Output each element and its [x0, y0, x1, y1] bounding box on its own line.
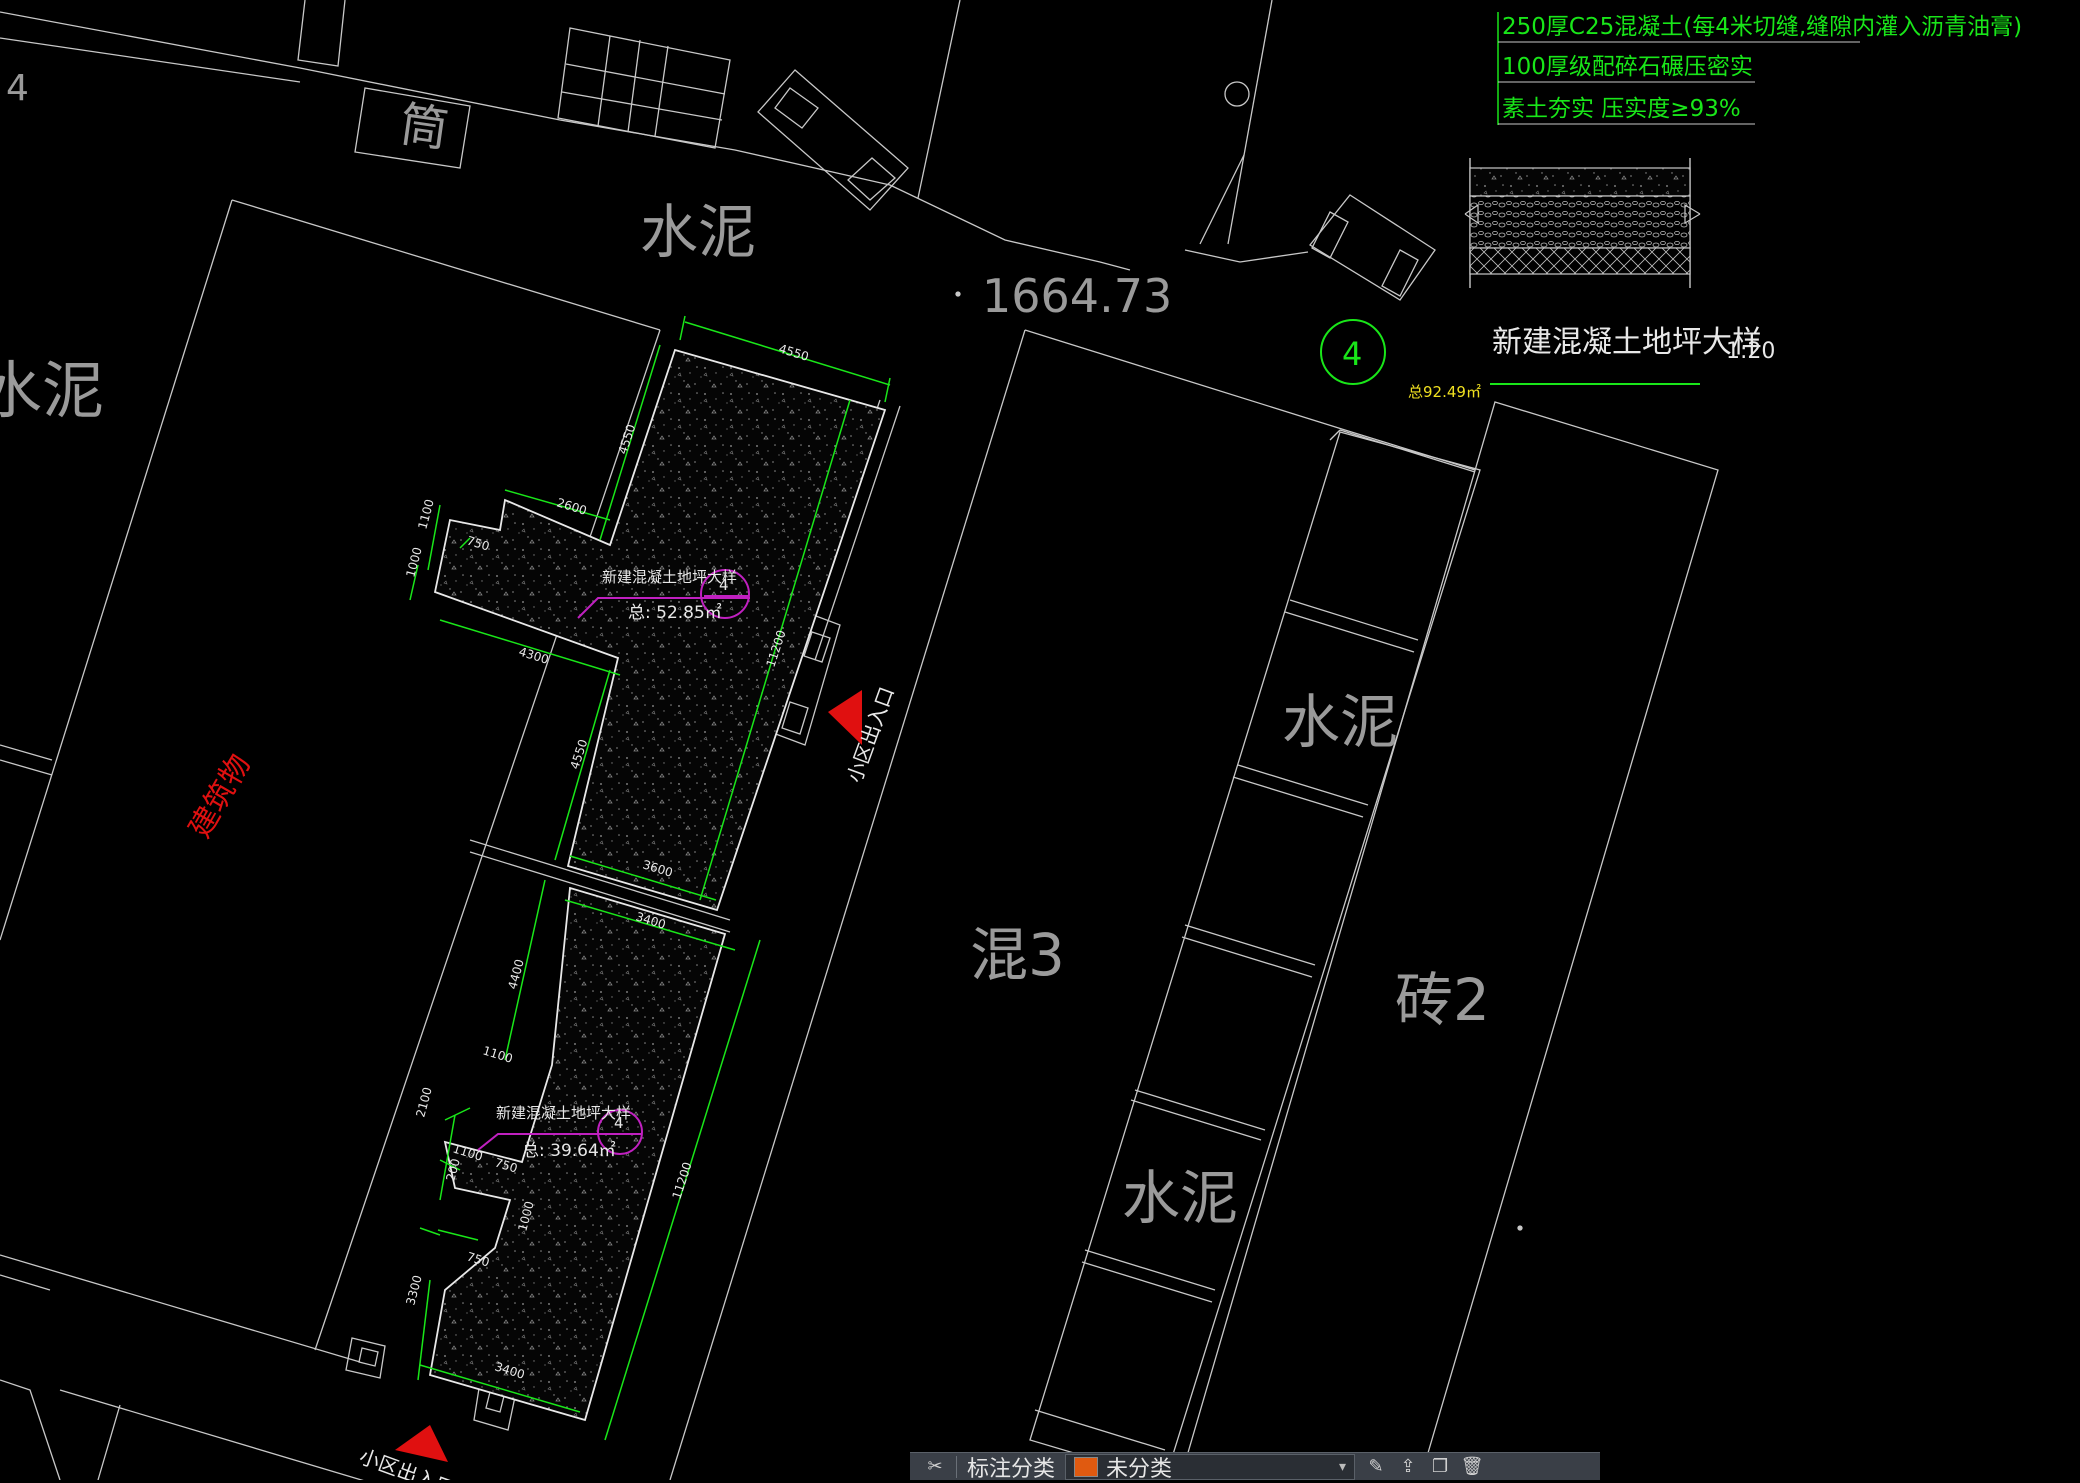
cad-drawing-canvas[interactable]: 筒 4 水泥 水泥 1664.73 水泥 水泥 混3 砖2 建筑物 小区出入口 …: [0, 0, 2080, 1480]
copy-icon[interactable]: ❐: [1429, 1456, 1451, 1478]
lower-area-title: 新建混凝土地坪大样: [496, 1104, 631, 1122]
chevron-down-icon: ▾: [1338, 1458, 1347, 1475]
detail-title: 新建混凝土地坪大样: [1492, 325, 1762, 360]
label-shuini-right1: 水泥: [1282, 688, 1398, 756]
upper-area-title: 新建混凝土地坪大样: [602, 568, 737, 586]
detail-layer2: 100厚级配碎石碾压密实: [1502, 54, 1753, 80]
upper-concrete-slab[interactable]: [433, 348, 887, 912]
layer-dropdown-value: 未分类: [1106, 1456, 1173, 1482]
lower-area-total: 总: 39.64㎡: [522, 1141, 616, 1161]
category-label: 标注分类: [967, 1456, 1056, 1482]
delete-icon[interactable]: 🗑: [1461, 1456, 1484, 1478]
dim-3300: 3300: [403, 1274, 424, 1307]
edit-icon[interactable]: ✎: [1365, 1456, 1387, 1478]
upper-area-callout: 4: [719, 576, 729, 594]
label-hun3: 混3: [970, 921, 1065, 989]
upper-area-total: 总: 52.85㎡: [628, 603, 722, 623]
label-building: 建筑物: [183, 749, 258, 844]
detail-callout-number: 4: [1342, 335, 1362, 373]
entrance-arrow-bottom: [395, 1425, 448, 1462]
label-num4-corner: 4: [6, 68, 29, 109]
layer-color-swatch: [1074, 1456, 1099, 1477]
detail-layer1: 250厚C25混凝土(每4米切缝,缝隙内灌入沥青油膏): [1502, 14, 2022, 40]
dim-1100a: 1100: [415, 498, 436, 531]
dim-1100b: 1100: [481, 1043, 514, 1065]
dim-4550c: 4550: [568, 738, 591, 771]
toolbar-divider: [956, 1455, 957, 1478]
label-shuini-top: 水泥: [640, 198, 756, 266]
export-icon[interactable]: ⇪: [1397, 1456, 1419, 1478]
label-zhuan2: 砖2: [1395, 966, 1490, 1034]
dim-11200b: 11200: [670, 1160, 695, 1201]
dim-4550b: 4550: [616, 423, 639, 456]
detail-layer3: 素土夯实 压实度≥93%: [1502, 96, 1741, 122]
dim-2100: 2100: [413, 1086, 434, 1119]
dim-1000a: 1000: [403, 546, 424, 579]
tools-icon[interactable]: ✂: [924, 1456, 946, 1478]
label-elevation: 1664.73: [982, 269, 1172, 323]
dim-4550a: 4550: [777, 341, 810, 363]
label-tong: 筒: [396, 96, 451, 158]
annotation-toolbar: ✂ 标注分类 未分类 ▾ ✎ ⇪ ❐ 🗑: [910, 1452, 1600, 1482]
lower-area-callout: 4: [614, 1114, 624, 1132]
detail-scale: 1:20: [1726, 339, 1775, 364]
dim-4300: 4300: [517, 644, 550, 666]
detail-total-area: 总92.49㎡: [1408, 383, 1481, 401]
label-shuini-left: 水泥: [0, 354, 104, 427]
layer-dropdown[interactable]: 未分类 ▾: [1065, 1453, 1356, 1482]
dim-750c: 750: [465, 1249, 491, 1269]
label-shuini-right2: 水泥: [1122, 1164, 1238, 1232]
dim-2600: 2600: [555, 495, 588, 517]
